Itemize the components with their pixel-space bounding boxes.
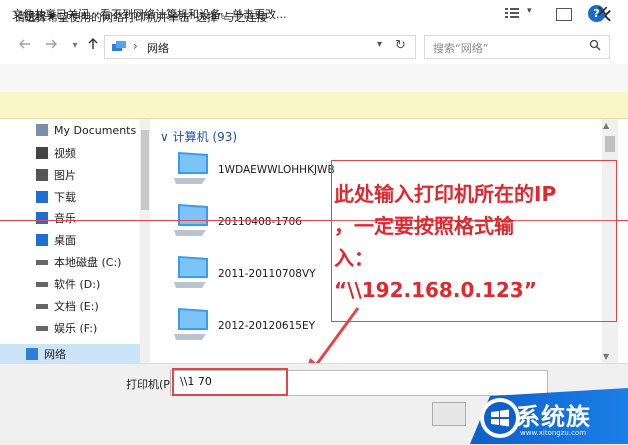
scroll-down-icon[interactable]: ▼ xyxy=(603,352,609,361)
info-bar[interactable] xyxy=(0,92,628,119)
view-options-icon[interactable] xyxy=(505,7,519,19)
network-icon xyxy=(26,348,38,360)
chevron-right-icon: › xyxy=(133,39,138,53)
preview-pane-icon[interactable] xyxy=(556,8,572,21)
sidebar-item-label: 娱乐 (F:) xyxy=(54,322,98,335)
search-placeholder: 搜索“网络” xyxy=(433,42,489,55)
sidebar-item[interactable]: 桌面 xyxy=(36,232,76,252)
address-bar[interactable]: › 网络 ▾ ↻ xyxy=(104,35,416,59)
picture-icon xyxy=(36,169,48,181)
sidebar-item[interactable]: 下载 xyxy=(36,189,76,209)
computer-icon[interactable] xyxy=(172,306,210,342)
sidebar-item-label: 视频 xyxy=(54,147,76,160)
printer-input-highlight xyxy=(172,368,288,396)
chevron-down-icon[interactable]: ▾ xyxy=(377,39,382,50)
annotation-line-4: “\\192.168.0.123” xyxy=(334,278,537,302)
arrow-right-icon xyxy=(46,39,57,49)
watermark-url: www.xitongzu.com xyxy=(520,429,587,437)
annotation-line-2: ，一定要按照格式输 xyxy=(334,214,514,238)
music-icon xyxy=(36,212,48,224)
info-bar-close-button[interactable]: ✕ xyxy=(596,2,609,21)
arrow-up-icon xyxy=(88,38,98,49)
watermark-text: 系统族 xyxy=(516,403,591,431)
search-icon[interactable] xyxy=(589,39,601,54)
chevron-down-icon[interactable]: ▾ xyxy=(527,6,532,16)
address-text: 网络 xyxy=(147,42,169,55)
selected-item-highlight xyxy=(0,344,150,363)
sidebar-item[interactable]: 视频 xyxy=(36,145,76,165)
drive-icon xyxy=(36,282,48,287)
computer-icon[interactable] xyxy=(172,254,210,290)
up-button[interactable] xyxy=(84,37,102,55)
group-header-label: 计算机 (93) xyxy=(172,130,238,144)
sidebar-item[interactable]: 图片 xyxy=(36,167,76,187)
sidebar-item-label: 下载 xyxy=(54,191,76,204)
document-icon xyxy=(36,124,48,136)
sidebar-item-label: 桌面 xyxy=(54,234,76,247)
back-button[interactable] xyxy=(16,37,34,55)
drive-icon xyxy=(36,260,48,265)
sidebar-item[interactable]: 文档 (E:) xyxy=(36,298,99,318)
forward-button[interactable] xyxy=(42,37,60,55)
download-icon xyxy=(36,191,48,203)
search-input[interactable]: 搜索“网络” xyxy=(424,35,610,59)
scroll-up-icon[interactable]: ▲ xyxy=(603,121,609,130)
computer-name[interactable]: 20110408-1706 xyxy=(218,216,302,228)
chevron-down-icon: ∨ xyxy=(160,130,173,144)
sidebar-item-label: 音乐 xyxy=(54,212,76,225)
group-header[interactable]: ∨ 计算机 (93) xyxy=(160,128,237,145)
list-scrollbar-thumb[interactable] xyxy=(605,136,615,152)
sidebar-item-label: 本地磁盘 (C:) xyxy=(54,256,122,269)
sidebar-item-label: 软件 (D:) xyxy=(54,278,101,291)
sidebar-item-label: 图片 xyxy=(54,169,76,182)
info-bar-message[interactable]: 文件共享已关闭。看不到网络计算机和设备。单击更改... xyxy=(12,6,287,22)
annotation-line-3: 入： xyxy=(334,246,374,270)
sidebar-scrollbar-thumb[interactable] xyxy=(141,130,149,210)
drive-icon xyxy=(36,326,48,331)
refresh-icon[interactable]: ↻ xyxy=(395,38,406,53)
sidebar-item[interactable]: My Documents xyxy=(36,124,136,144)
select-button[interactable] xyxy=(432,402,466,426)
network-icon xyxy=(112,41,126,51)
annotation-text: 此处输入打印机所在的IP ，一定要按照格式输 入： “\\192.168.0.1… xyxy=(334,178,624,306)
sidebar-item-label: My Documents xyxy=(54,124,137,137)
computer-icon[interactable] xyxy=(172,150,210,186)
command-bar xyxy=(0,64,628,93)
sidebar-item[interactable]: 娱乐 (F:) xyxy=(36,320,97,340)
sidebar-item[interactable]: 软件 (D:) xyxy=(36,276,100,296)
computer-name[interactable]: 1WDAEWWLOHHKJWB xyxy=(218,164,335,176)
sidebar-item-label: 网络 xyxy=(44,348,66,361)
sidebar-item[interactable]: 本地磁盘 (C:) xyxy=(36,254,121,274)
recent-dropdown[interactable]: ▾ xyxy=(66,37,84,55)
drive-icon xyxy=(36,304,48,309)
sidebar-item-label: 文档 (E:) xyxy=(54,300,99,313)
annotation-line-1: 此处输入打印机所在的IP xyxy=(334,182,557,206)
arrow-left-icon xyxy=(19,39,30,49)
computer-name[interactable]: 2011-20110708VY xyxy=(218,268,316,280)
video-icon xyxy=(36,147,48,159)
desktop-icon xyxy=(36,234,48,246)
